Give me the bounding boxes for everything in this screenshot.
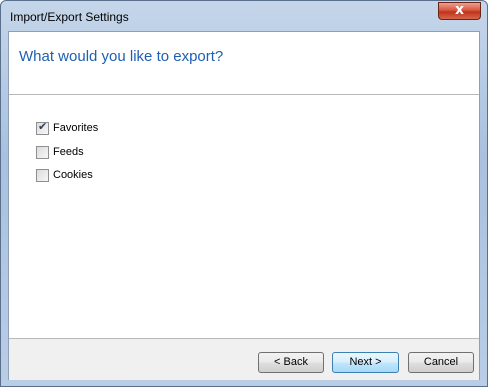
button-bar: < Back Next > Cancel	[9, 338, 479, 380]
check-mark-icon: ✔	[38, 119, 48, 133]
next-button[interactable]: Next >	[332, 352, 399, 373]
dialog-content: What would you like to export? ✔ Favorit…	[8, 31, 480, 380]
option-favorites[interactable]: ✔ Favorites	[36, 120, 98, 136]
cookies-label[interactable]: Cookies	[53, 169, 93, 181]
window-title: Import/Export Settings	[10, 10, 129, 24]
favorites-label[interactable]: Favorites	[53, 122, 98, 134]
header-area: What would you like to export?	[9, 32, 479, 95]
cancel-button[interactable]: Cancel	[408, 352, 474, 373]
feeds-checkbox[interactable]	[36, 145, 49, 159]
option-cookies[interactable]: Cookies	[36, 167, 93, 183]
feeds-label[interactable]: Feeds	[53, 146, 84, 158]
option-feeds[interactable]: Feeds	[36, 144, 84, 160]
title-bar[interactable]: Import/Export Settings x	[1, 1, 487, 31]
close-button[interactable]: x	[438, 2, 481, 20]
close-icon: x	[454, 2, 465, 18]
dialog-window: Import/Export Settings x What would you …	[0, 0, 488, 387]
back-button[interactable]: < Back	[258, 352, 324, 373]
page-title: What would you like to export?	[19, 48, 224, 65]
cookies-checkbox[interactable]	[36, 168, 49, 182]
favorites-checkbox[interactable]: ✔	[36, 119, 49, 135]
